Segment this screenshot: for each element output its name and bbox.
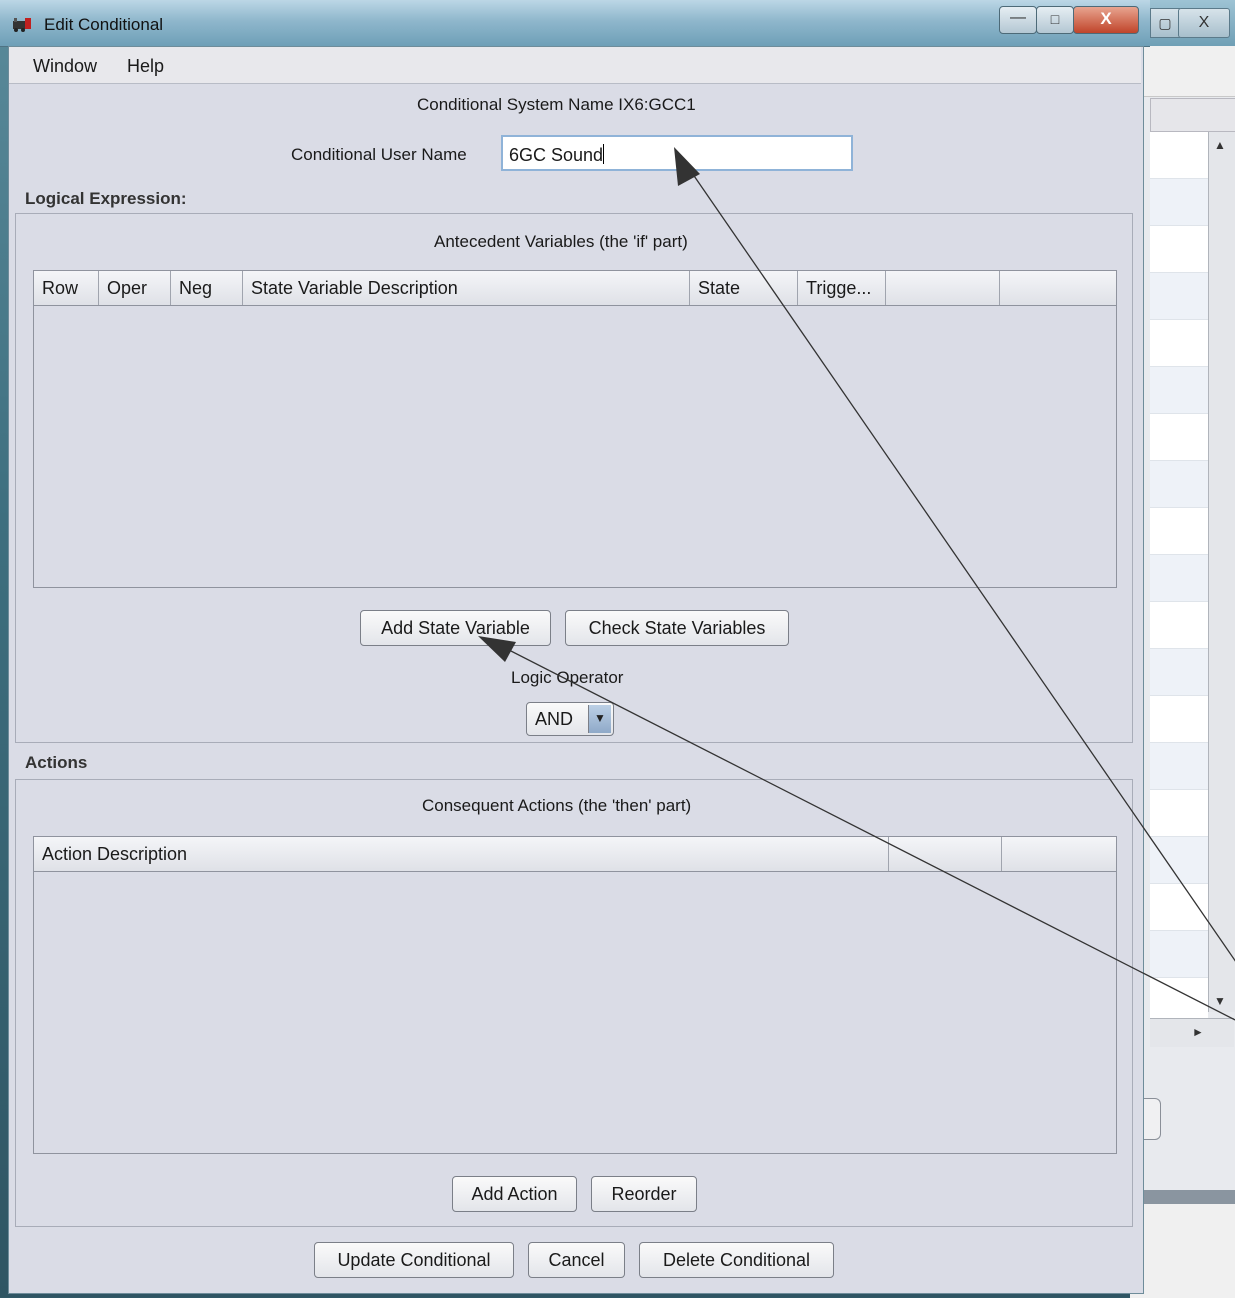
arrow-line-to-add-state-variable — [504, 647, 1235, 1021]
arrow-line-to-user-name — [689, 169, 1235, 962]
annotation-arrows — [478, 147, 1235, 1021]
arrow-head-add-state-variable — [478, 636, 516, 662]
arrow-head-user-name — [674, 147, 700, 186]
